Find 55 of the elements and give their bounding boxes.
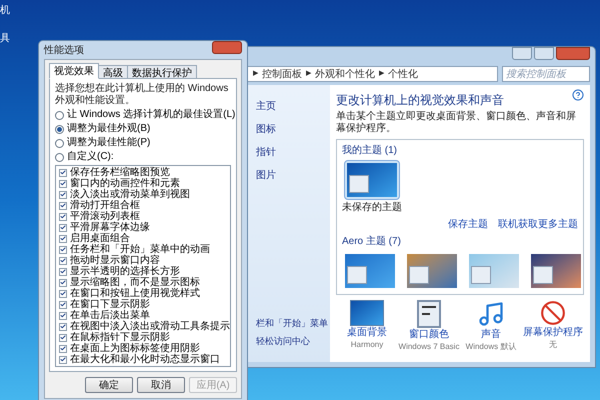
tab[interactable]: 数据执行保护 xyxy=(127,65,197,79)
group-label: Aero 主题 (7) xyxy=(342,234,402,249)
checkbox-label: 拖动时显示窗口内容 xyxy=(70,255,160,266)
sidebar-link[interactable]: 指针 xyxy=(256,145,330,160)
sidebar-link[interactable]: 主页 xyxy=(256,99,330,114)
setting-value: 无 xyxy=(549,340,557,350)
desktop-icon-label[interactable]: 具 xyxy=(0,34,10,44)
breadcrumb-item[interactable]: 个性化 xyxy=(388,66,418,82)
checkbox-label: 窗口内的动画控件和元素 xyxy=(70,178,180,189)
sidebar-link[interactable]: 图标 xyxy=(256,122,330,137)
page-description: 单击某个主题立即更改桌面背景、窗口颜色、声音和屏幕保护程序。 xyxy=(336,111,577,135)
setting-value: Windows 7 Basic xyxy=(398,342,460,352)
checkbox-label: 在窗口和按钮上使用视觉样式 xyxy=(70,288,200,299)
theme-link[interactable]: 保存主题 xyxy=(448,217,488,232)
dialog-button[interactable]: 确定 xyxy=(85,377,133,393)
theme-name: 未保存的主题 xyxy=(342,200,402,215)
radio-label: 自定义(C): xyxy=(67,151,114,163)
checkbox-label: 在最大化和最小化时动态显示窗口 xyxy=(70,354,220,365)
setting-link[interactable]: 窗口颜色 xyxy=(409,329,449,341)
checkbox-label: 平滑滚动列表框 xyxy=(70,211,140,222)
breadcrumb-item[interactable]: 控制面板 xyxy=(262,66,302,82)
setting-link[interactable]: 声音 xyxy=(481,329,501,341)
dialog-description: 选择您想在此计算机上使用的 Windows 外观和性能设置。 xyxy=(55,83,230,107)
search-field[interactable]: 搜索控制面板 xyxy=(502,66,590,82)
radio-label: 调整为最佳外观(B) xyxy=(67,123,150,135)
breadcrumb-item[interactable]: 外观和个性化 xyxy=(315,66,375,82)
sidebar-link[interactable]: 图片 xyxy=(256,168,330,183)
checkbox-label: 在桌面上为图标标签使用阴影 xyxy=(70,343,200,354)
desktop-icon-label[interactable]: 机 xyxy=(0,6,10,16)
checkbox-label: 在窗口下显示阴影 xyxy=(70,299,150,310)
tab[interactable]: 视觉效果 xyxy=(49,63,99,79)
checkbox-label: 在视图中淡入淡出或滑动工具条提示 xyxy=(70,321,230,332)
checkbox-label: 显示缩略图，而不是显示图标 xyxy=(70,277,200,288)
setting-link[interactable]: 桌面背景 xyxy=(347,327,387,339)
radio-label: 调整为最佳性能(P) xyxy=(67,137,150,149)
checkbox-label: 淡入淡出或滑动菜单到视图 xyxy=(70,189,190,200)
checkbox-label: 在单击后淡出菜单 xyxy=(70,310,150,321)
sidebar-link[interactable]: 轻松访问中心 xyxy=(256,334,330,348)
checkbox-label: 启用桌面组合 xyxy=(70,233,130,244)
setting-link[interactable]: 屏幕保护程序 xyxy=(523,327,583,339)
setting-value: Windows 默认 xyxy=(466,342,516,352)
checkbox-label: 任务栏和「开始」菜单中的动画 xyxy=(70,244,210,255)
sidebar-link[interactable]: 栏和「开始」菜单 xyxy=(256,317,330,330)
dialog-title: 性能选项 xyxy=(44,44,84,58)
checkbox-label: 显示半透明的选择长方形 xyxy=(70,266,180,277)
dialog-button[interactable]: 取消 xyxy=(137,377,185,393)
page-heading: 更改计算机上的视觉效果和声音 xyxy=(336,93,504,108)
checkbox-label: 在鼠标指针下显示阴影 xyxy=(70,332,170,343)
setting-value: Harmony xyxy=(350,340,384,350)
theme-link[interactable]: 联机获取更多主题 xyxy=(498,217,578,232)
radio-label: 让 Windows 选择计算机的最佳设置(L) xyxy=(67,109,236,121)
checkbox-label: 平滑屏幕字体边缘 xyxy=(70,222,150,233)
checkbox-label: 保存任务栏缩略图预览 xyxy=(70,167,170,178)
checkbox-label: 滑动打开组合框 xyxy=(70,200,140,211)
group-label: 我的主题 (1) xyxy=(342,144,398,158)
